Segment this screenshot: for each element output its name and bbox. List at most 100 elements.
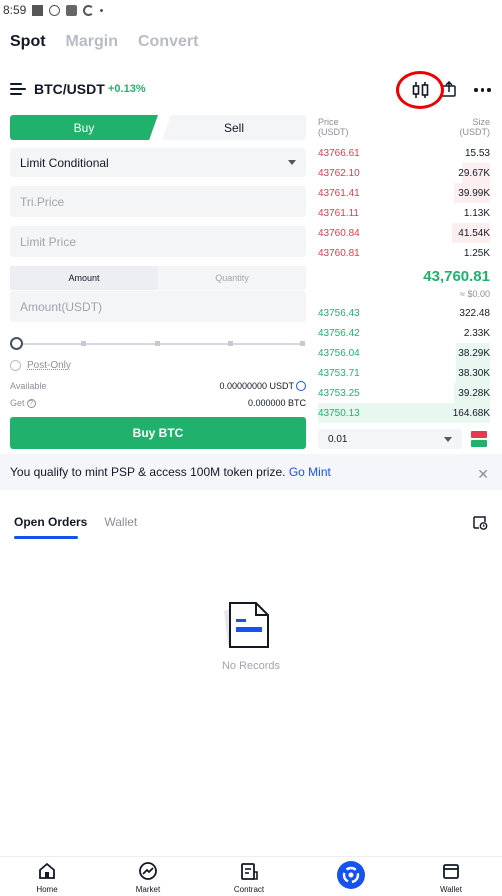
last-price: 43,760.81 [423,268,490,285]
notification-square-icon [32,4,44,16]
order-type-select[interactable]: Limit Conditional [10,148,306,177]
post-only-radio[interactable] [10,360,21,371]
nav-label: Contract [233,885,265,894]
google-icon [83,4,95,16]
ask-size: 41.54K [458,228,490,239]
bid-price: 43750.13 [318,408,360,419]
post-only-option[interactable]: Post-Only [10,360,71,371]
bid-row[interactable]: 43753.71 38.30K [318,363,490,383]
bid-size: 39.28K [458,388,490,399]
ask-size: 1.13K [463,208,490,219]
amount-slider[interactable] [10,337,306,351]
status-bar: 8:59 [0,0,502,20]
highlight-ring [396,71,444,109]
slider-node[interactable] [228,341,233,346]
nav-wallet[interactable]: Wallet [421,861,481,894]
amount-tab[interactable]: Amount [10,266,158,290]
bid-price: 43756.43 [318,308,360,319]
market-icon [139,862,157,880]
trigger-price-input[interactable] [10,186,306,217]
notification-circle-icon [49,4,61,16]
ask-row[interactable]: 43760.81 1.25K [318,243,490,263]
active-tab-indicator [14,536,78,539]
size-header: Size [472,117,490,127]
bid-row[interactable]: 43750.13 164.68K [318,403,490,423]
buy-sell-toggle: Buy Sell [10,115,306,140]
tab-spot[interactable]: Spot [10,33,46,51]
limit-price-input[interactable] [10,226,306,257]
depth-view-icon[interactable] [471,431,487,447]
ask-size: 1.25K [463,248,490,259]
chevron-down-icon [288,160,296,165]
ask-price: 43760.84 [318,228,360,239]
slider-node[interactable] [81,341,86,346]
slider-thumb[interactable] [10,337,23,350]
pair-name[interactable]: BTC/USDT [34,81,105,97]
bid-price: 43756.04 [318,348,360,359]
bid-row[interactable]: 43756.42 2.33K [318,323,490,343]
bid-row[interactable]: 43756.43 322.48 [318,303,490,323]
nav-market[interactable]: Market [118,861,178,894]
order-history-icon[interactable] [472,515,488,530]
buy-tab[interactable]: Buy [10,115,158,140]
ask-size: 39.99K [458,188,490,199]
ask-row[interactable]: 43762.10 29.67K [318,163,490,183]
bid-row[interactable]: 43756.04 38.29K [318,343,490,363]
order-type-value: Limit Conditional [20,156,109,170]
sell-tab[interactable]: Sell [162,115,306,140]
precision-value: 0.01 [328,434,348,445]
bid-price: 43753.25 [318,388,360,399]
orders-tabs: Open Orders Wallet [14,515,137,529]
slider-node[interactable] [155,341,160,346]
bottom-nav: Home Market Contract Wallet [0,856,502,896]
orderbook-header: Price (USDT) Size (USDT) [318,117,490,137]
bid-row[interactable]: 43753.25 39.28K [318,383,490,403]
buy-btc-button[interactable]: Buy BTC [10,417,306,449]
tab-convert[interactable]: Convert [138,33,198,51]
get-label: Get [10,398,25,408]
ask-row[interactable]: 43766.61 15.53 [318,143,490,163]
tab-wallet[interactable]: Wallet [104,515,137,529]
quantity-tab[interactable]: Quantity [158,266,306,290]
go-mint-link[interactable]: Go Mint [289,465,331,479]
ask-row[interactable]: 43761.11 1.13K [318,203,490,223]
empty-document-icon [224,602,269,648]
available-value: 0.00000000 USDT [219,381,294,391]
nav-center-trade-button[interactable] [337,861,365,889]
bid-size: 38.30K [458,368,490,379]
help-icon[interactable]: ? [26,399,36,409]
close-icon[interactable]: ✕ [477,466,489,483]
trade-mode-tabs: Spot Margin Convert [10,33,198,51]
nav-contract[interactable]: Contract [219,861,279,894]
nav-label: Home [36,885,58,894]
trade-swirl-icon [342,866,360,884]
empty-state-text: No Records [221,660,281,672]
nav-home[interactable]: Home [17,861,77,894]
bid-price: 43756.42 [318,328,360,339]
slider-node[interactable] [300,341,305,346]
bid-price: 43753.71 [318,368,360,379]
ask-price: 43760.81 [318,248,360,259]
ask-size: 15.53 [464,148,490,159]
notification-app-icon [66,4,78,16]
ask-price: 43762.10 [318,168,360,179]
available-label: Available [10,381,47,391]
ask-row[interactable]: 43761.41 39.99K [318,183,490,203]
home-icon [39,862,55,879]
ask-size: 29.67K [458,168,490,179]
pair-menu-icon[interactable] [10,82,26,96]
contract-icon [241,863,258,880]
size-unit: (USDT) [459,127,491,137]
bid-size: 38.29K [458,348,490,359]
ask-row[interactable]: 43760.84 41.54K [318,223,490,243]
add-funds-icon[interactable] [296,380,306,391]
amount-input[interactable] [10,291,306,322]
mint-banner: You qualify to mint PSP & access 100M to… [0,454,502,490]
precision-select[interactable]: 0.01 [318,429,462,449]
bid-size: 2.33K [463,328,490,339]
tab-margin[interactable]: Margin [66,33,118,51]
bid-size: 164.68K [452,408,490,419]
more-options-icon[interactable] [474,88,491,92]
tab-open-orders[interactable]: Open Orders [14,515,87,529]
banner-text: You qualify to mint PSP & access 100M to… [10,465,289,479]
